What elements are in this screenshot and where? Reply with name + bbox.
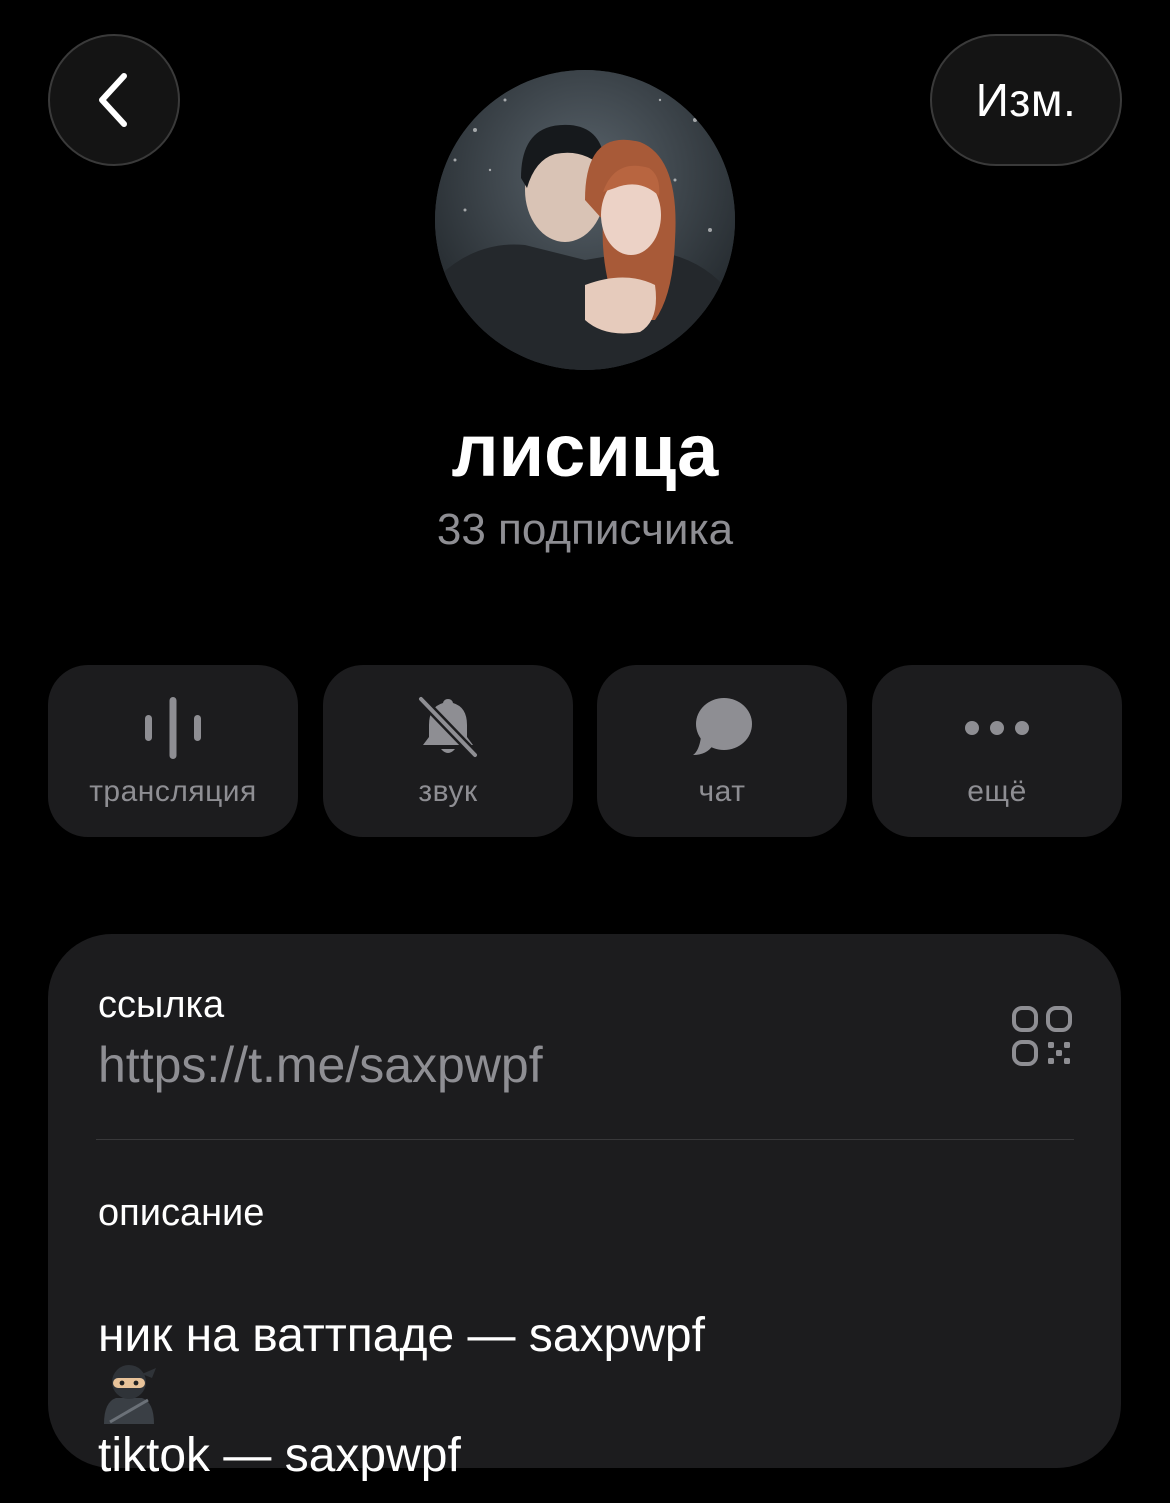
description-line: ник на ваттпаде — saxpwpf xyxy=(98,1309,705,1362)
avatar-photo xyxy=(435,70,735,370)
description-label: описание xyxy=(98,1192,265,1234)
sound-button[interactable]: звук xyxy=(323,665,573,837)
back-button[interactable] xyxy=(48,34,180,166)
link-value[interactable]: https://t.me/saxpwpf xyxy=(98,1036,543,1094)
chat-bubble-icon xyxy=(693,698,752,755)
broadcast-waveform-icon xyxy=(145,697,201,759)
more-label: ещё xyxy=(967,775,1027,808)
edit-button[interactable]: Изм. xyxy=(930,34,1122,166)
avatar[interactable] xyxy=(435,70,735,370)
profile-name: лисица xyxy=(451,409,719,492)
bell-muted-icon xyxy=(417,695,479,759)
qr-code-button[interactable] xyxy=(1010,1004,1074,1068)
ninja-emoji-icon xyxy=(98,1362,160,1424)
more-button[interactable]: ещё xyxy=(872,665,1122,837)
broadcast-label: трансляция xyxy=(89,775,257,808)
description-line: tiktok — saxpwpf xyxy=(98,1429,461,1482)
chat-label: чат xyxy=(698,775,746,808)
qr-code-icon xyxy=(1012,1006,1072,1066)
broadcast-button[interactable]: трансляция xyxy=(48,665,298,837)
more-dots-icon xyxy=(965,721,1029,735)
link-label: ссылка xyxy=(98,984,225,1026)
edit-button-label: Изм. xyxy=(975,74,1077,126)
chevron-left-icon xyxy=(99,73,127,127)
subscriber-count: 33 подписчика xyxy=(436,505,734,554)
divider xyxy=(96,1139,1074,1140)
description-text: ник на ваттпаде — saxpwpf tiktok — saxpw… xyxy=(98,1246,705,1503)
info-card: ссылка https://t.me/saxpwpf описание ник… xyxy=(48,934,1121,1482)
chat-button[interactable]: чат xyxy=(597,665,847,837)
sound-label: звук xyxy=(418,775,478,808)
profile-screen: Изм. лисица 33 подписчика трансляция зву… xyxy=(0,0,1170,1503)
